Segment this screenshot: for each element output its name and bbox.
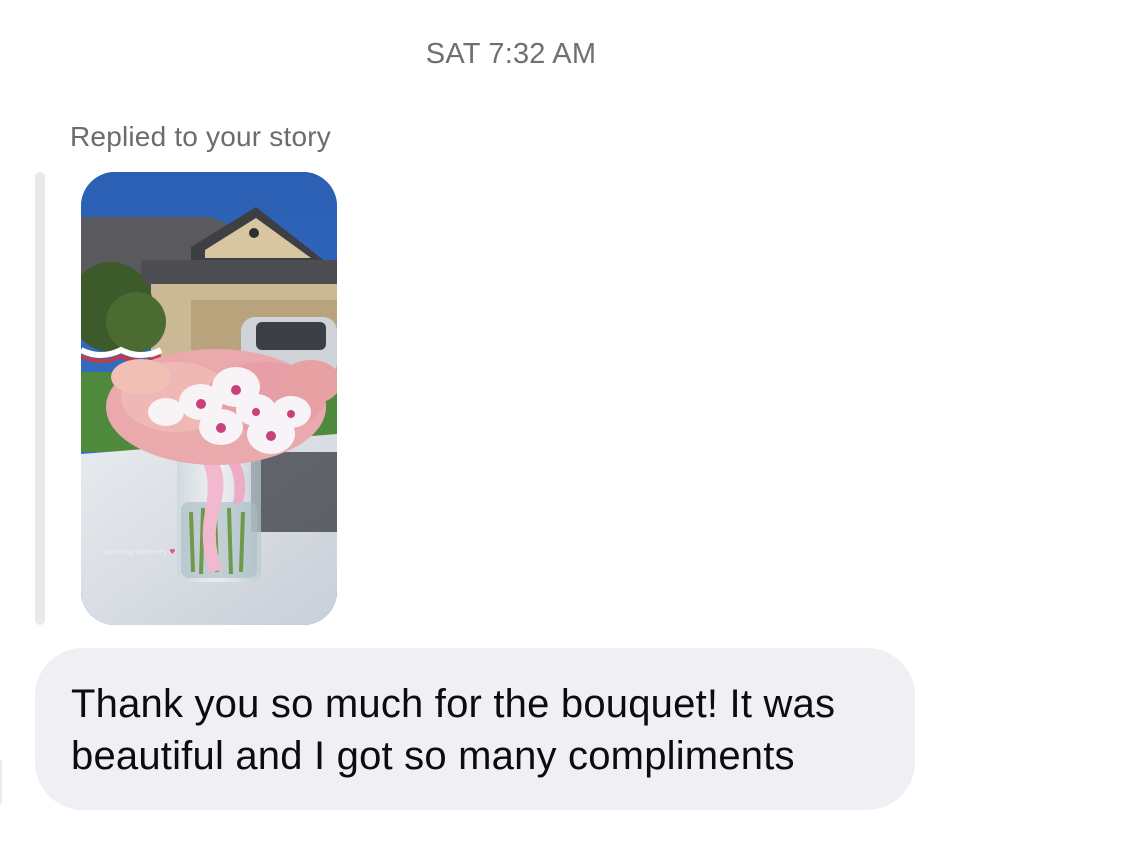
message-bubble[interactable]: Thank you so much for the bouquet! It wa… bbox=[35, 648, 915, 810]
story-thumbnail[interactable]: morning delivery ♥ bbox=[81, 172, 337, 625]
message-timestamp: SAT 7:32 AM bbox=[425, 38, 597, 70]
edge-divider bbox=[0, 760, 2, 804]
heart-icon: ♥ bbox=[169, 548, 176, 556]
chat-screen: SAT 7:32 AM Replied to your story mornin… bbox=[0, 0, 1139, 841]
story-overlay-caption: morning delivery ♥ bbox=[103, 548, 176, 556]
message-text: Thank you so much for the bouquet! It wa… bbox=[71, 682, 836, 778]
story-reply-label: Replied to your story bbox=[70, 121, 331, 152]
reply-indicator-bar bbox=[35, 172, 45, 625]
story-overlay-text: morning delivery bbox=[103, 548, 167, 556]
story-image bbox=[81, 172, 337, 625]
